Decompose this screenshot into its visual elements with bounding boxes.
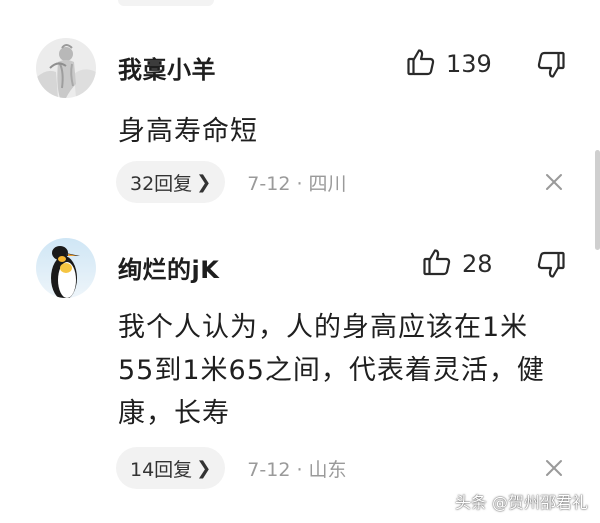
close-icon — [542, 174, 566, 198]
comment-text: 身高寿命短 — [118, 116, 258, 147]
comment-text: 我个人认为，人的身高应该在1米55到1米65之间，代表着灵活，健康，长寿 — [118, 312, 545, 429]
replies-label: 14回复 — [130, 458, 193, 481]
statue-avatar-icon[interactable] — [36, 38, 96, 98]
date-location: 7-12 · 四川 — [247, 172, 347, 195]
thumbs-up-icon — [406, 47, 436, 81]
close-button[interactable] — [542, 456, 566, 484]
comment-meta: 32回复 ❯ 7-12 · 四川 — [116, 160, 347, 204]
dislike-button[interactable] — [536, 50, 566, 84]
chevron-right-icon: ❯ — [196, 171, 212, 193]
scrollbar[interactable] — [595, 150, 600, 250]
username[interactable]: 我稾小羊 — [118, 50, 216, 85]
watermark: 头条 @贺州邵君礼 — [454, 493, 588, 512]
date-location: 7-12 · 山东 — [247, 458, 347, 481]
thumbs-down-icon — [536, 51, 566, 84]
username[interactable]: 绚烂的jK — [118, 250, 219, 285]
previous-item-edge — [118, 0, 214, 6]
penguin-avatar-icon[interactable] — [36, 238, 96, 298]
replies-label: 32回复 — [130, 172, 193, 195]
like-button[interactable]: 139 — [406, 47, 492, 81]
comment-meta: 14回复 ❯ 7-12 · 山东 — [116, 446, 347, 490]
like-count: 139 — [446, 50, 492, 78]
comment-feed: 我稾小羊 139 身高寿命短 32回复 ❯ 7-12 · 四川 绚烂的jK 28… — [0, 0, 600, 523]
dislike-button[interactable] — [536, 250, 566, 284]
thumbs-up-icon — [422, 247, 452, 281]
replies-button[interactable]: 32回复 ❯ — [116, 161, 226, 203]
chevron-right-icon: ❯ — [196, 457, 212, 479]
close-button[interactable] — [542, 170, 566, 198]
replies-button[interactable]: 14回复 ❯ — [116, 447, 226, 489]
thumbs-down-icon — [536, 251, 566, 284]
like-button[interactable]: 28 — [422, 247, 493, 281]
like-count: 28 — [462, 250, 493, 278]
close-icon — [542, 460, 566, 484]
